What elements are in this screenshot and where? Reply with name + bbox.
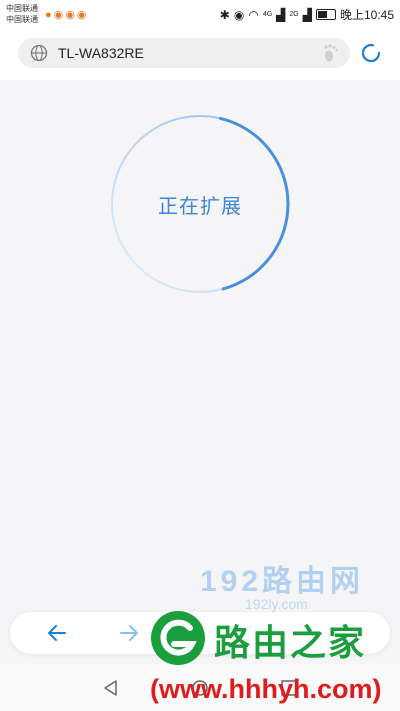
notification-icons: ●◉◉◉ — [45, 9, 89, 21]
status-right: ✱ ◉ ◠ 4G ▟ 2G ▟ 晚上10:45 — [220, 6, 394, 23]
status-bar: 中国联通 中国联通 ●◉◉◉ ✱ ◉ ◠ 4G ▟ 2G ▟ 晚上10:45 — [0, 0, 400, 30]
globe-icon — [30, 44, 48, 62]
wifi-icon: ◠ — [248, 7, 259, 22]
battery-icon — [315, 9, 336, 20]
watermark-line2: 192ly.com — [245, 596, 308, 612]
watermark-url: (www.hhhyh.com) — [150, 674, 382, 704]
watermark-line1: 192路由网 — [200, 565, 365, 598]
arrow-right-icon[interactable] — [118, 622, 140, 644]
nav-back-icon[interactable] — [101, 678, 121, 698]
clock: 晚上10:45 — [339, 8, 394, 22]
eye-icon: ◉ — [233, 7, 245, 22]
progress-label: 正在扩展 — [158, 196, 242, 218]
browser-header: TL-WA832RE — [0, 30, 400, 80]
footprint-icon[interactable] — [322, 43, 340, 63]
signal-label-1: 4G — [262, 11, 273, 18]
carrier-2: 中国联通 — [6, 15, 38, 24]
address-text[interactable]: TL-WA832RE — [58, 45, 144, 61]
bluetooth-icon: ✱ — [219, 7, 230, 22]
watermark-brand: 路由之家 — [214, 622, 367, 663]
refresh-icon[interactable] — [359, 41, 383, 65]
carrier-info: 中国联通 中国联通 — [6, 3, 38, 25]
watermark-logo-icon — [151, 611, 205, 665]
signal-icon-1: ▟ — [276, 7, 286, 22]
signal-icon-2: ▟ — [302, 7, 312, 22]
signal-label-2: 2G — [289, 11, 299, 18]
arrow-left-icon[interactable] — [46, 622, 68, 644]
carrier-1: 中国联通 — [6, 4, 38, 13]
address-bar[interactable]: TL-WA832RE — [18, 38, 350, 68]
